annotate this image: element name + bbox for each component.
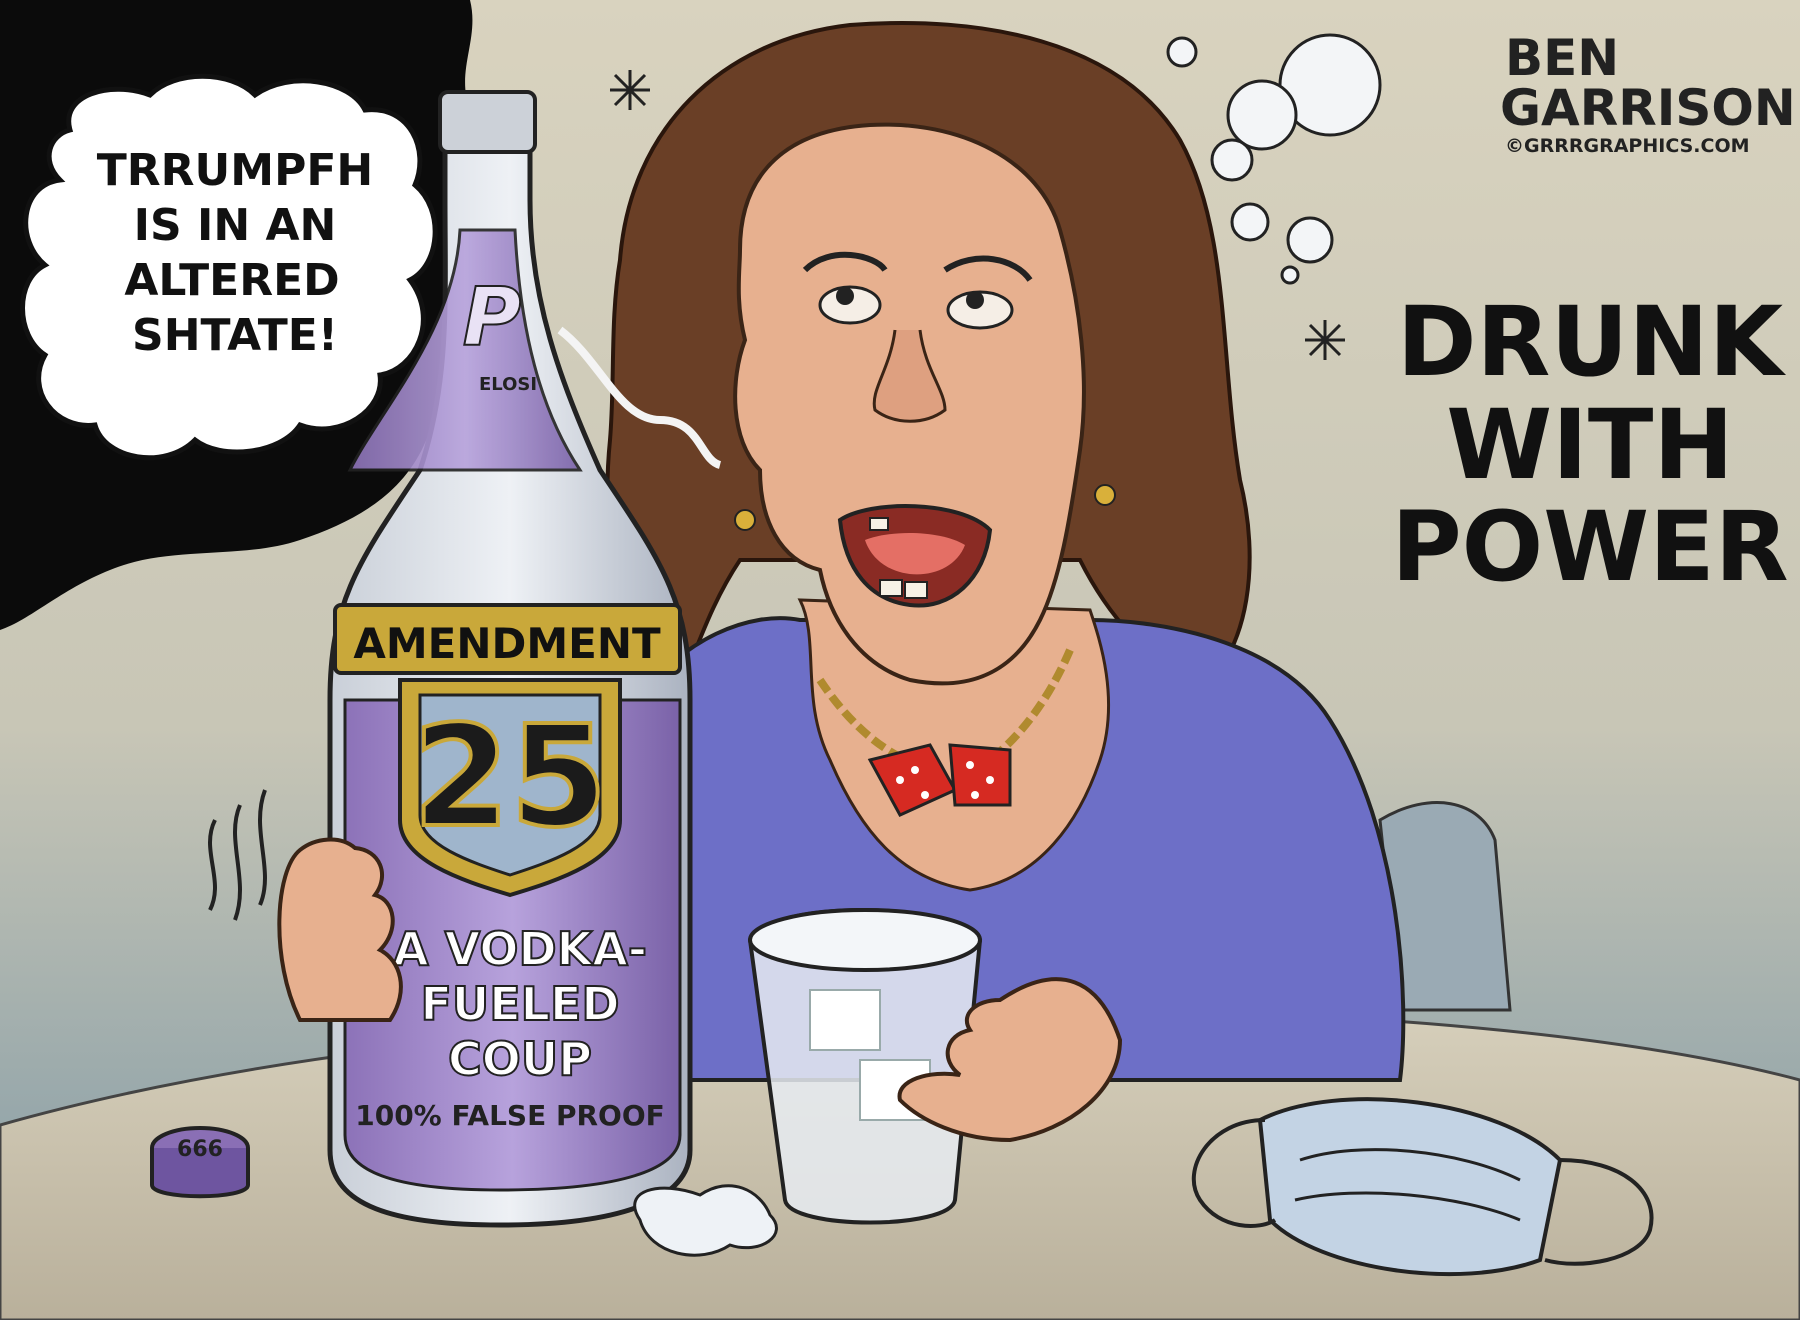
headline: DRUNK WITH POWER [1391,286,1788,603]
left-hand [277,837,403,1022]
bottle-cap-text: 666 [177,1137,223,1162]
bottle-label-number: 25 [413,696,608,859]
cartoon-illustration: TRRUMPFH IS IN AN ALTERED SHTATE! BEN GA… [0,0,1800,1320]
cartoon-canvas: TRRUMPFH IS IN AN ALTERED SHTATE! BEN GA… [0,0,1800,1320]
signature-copyright: ©GRRRGRAPHICS.COM [1505,135,1750,157]
speech-line-3: ALTERED [124,255,339,306]
speech-line-4: SHTATE! [132,310,338,361]
signature-line-2: GARRISON [1500,79,1796,137]
headline-line-2: WITH [1446,389,1733,501]
earring-right [1094,484,1116,506]
earring-left [734,509,756,531]
headline-line-3: POWER [1391,491,1788,603]
bottle-cap: 666 [150,1126,250,1199]
bottle-tagline-2: FUELED [420,977,619,1031]
speech-line-2: IS IN AN [134,200,337,251]
drinking-glass [747,908,983,1225]
headline-line-1: DRUNK [1397,286,1787,398]
bottle-label-title: AMENDMENT [353,619,661,668]
bottle-brand-name: ELOSI [479,374,537,395]
bottle-proof: 100% FALSE PROOF [355,1099,665,1132]
bottle-tagline-1: A VODKA- [393,922,647,976]
speech-line-1: TRRUMPFH [97,145,373,196]
bottle-brand-letter: P [463,271,522,364]
spill-puddle [633,1184,778,1257]
bottle-tagline-3: COUP [448,1032,592,1086]
